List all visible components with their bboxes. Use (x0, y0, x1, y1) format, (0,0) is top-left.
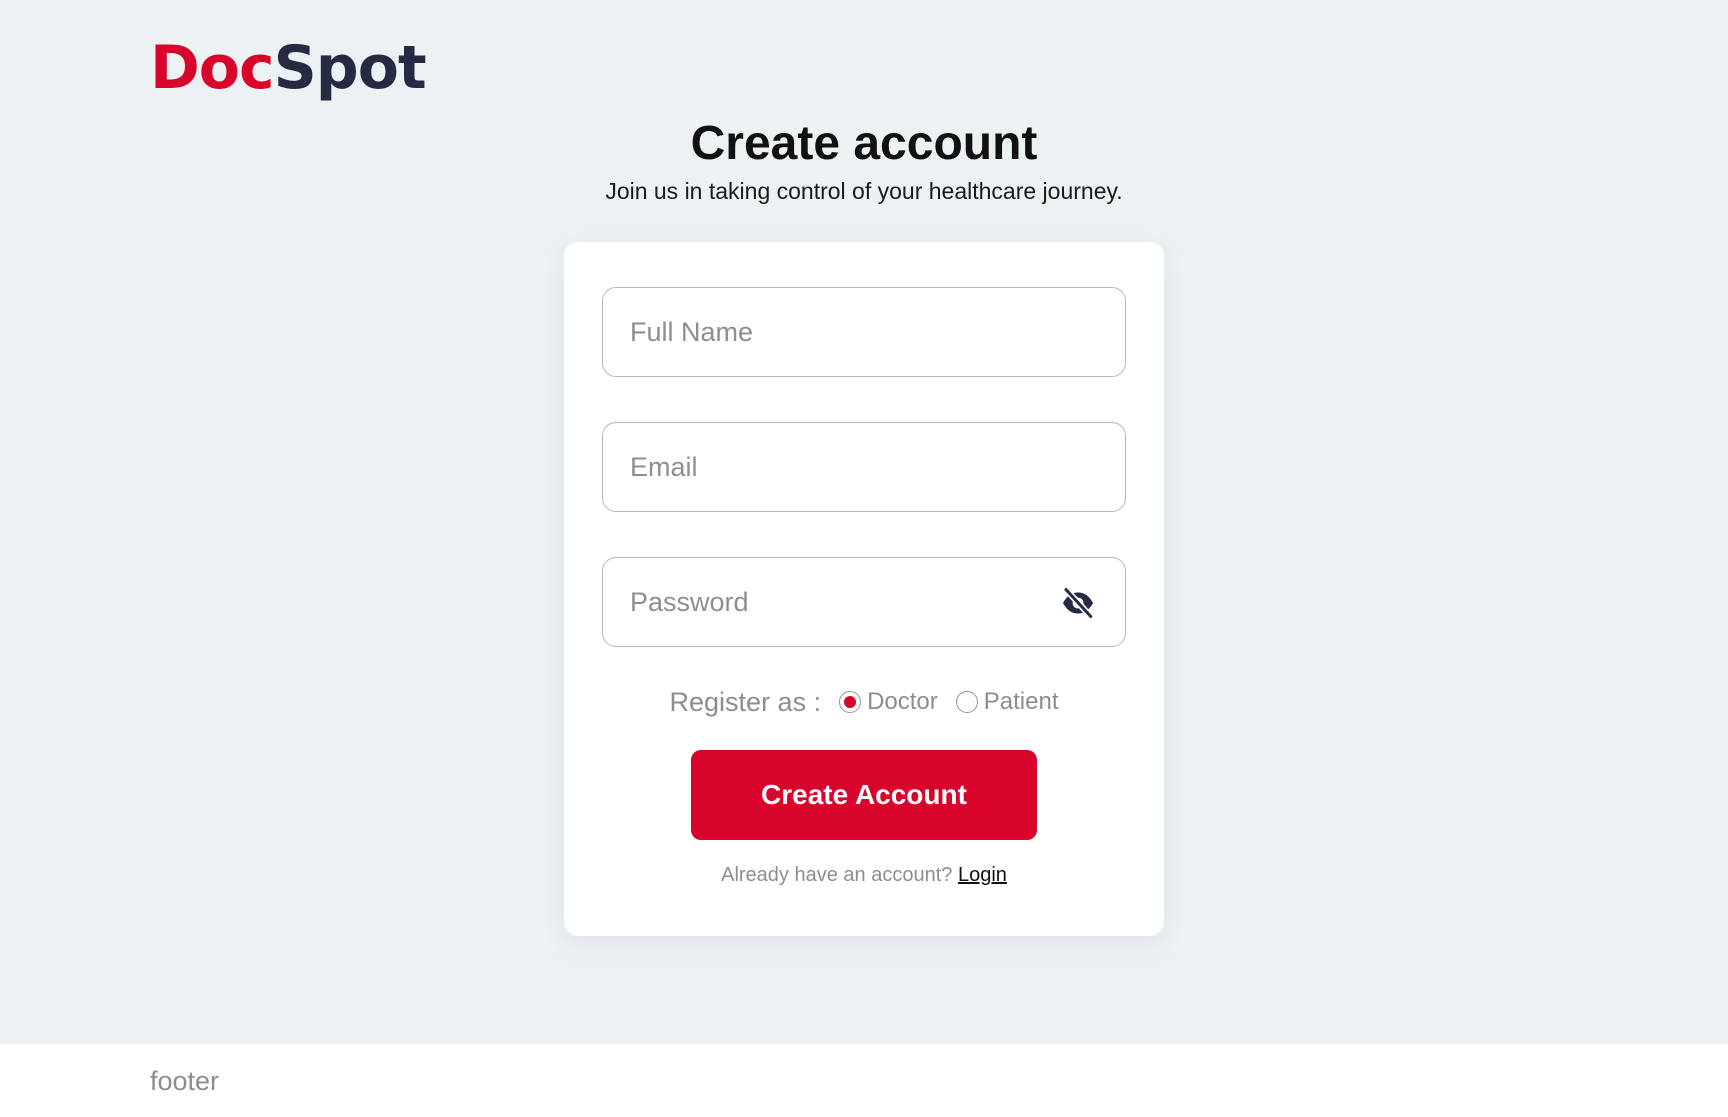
radio-doctor-circle[interactable] (839, 691, 862, 713)
radio-selected-dot (844, 696, 857, 708)
logo-doc-text: Doc (150, 33, 275, 103)
docspot-logo[interactable]: DocSpot (150, 30, 427, 106)
radio-patient-label[interactable]: Patient (984, 688, 1059, 716)
footer: footer (0, 1044, 1728, 1117)
password-field (602, 557, 1126, 647)
radio-patient[interactable]: Patient (955, 688, 1059, 716)
register-as-group: Register as : Doctor Patient (564, 682, 1164, 722)
full-name-field (602, 287, 1126, 377)
login-link[interactable]: Login (958, 864, 1007, 886)
signup-page: DocSpot Create account Join us in taking… (0, 0, 1728, 1117)
footer-text: footer (150, 1066, 220, 1096)
page-title: Create account (690, 117, 1038, 170)
login-prompt: Already have an account? Login (564, 864, 1164, 887)
radio-patient-circle[interactable] (955, 691, 978, 713)
radio-doctor[interactable]: Doctor (839, 688, 938, 716)
password-input[interactable] (603, 558, 1125, 646)
login-prompt-text: Already have an account? (721, 864, 953, 886)
eye-slash-icon[interactable] (1059, 584, 1097, 622)
register-as-label: Register as : (669, 686, 822, 717)
full-name-input[interactable] (603, 288, 1125, 376)
email-field (602, 422, 1126, 512)
signup-card: Register as : Doctor Patient Create Acco… (564, 242, 1164, 936)
logo-spot-text: Spot (273, 33, 427, 103)
page-subtitle: Join us in taking control of your health… (605, 178, 1123, 204)
radio-doctor-label[interactable]: Doctor (867, 688, 938, 716)
create-account-button[interactable]: Create Account (691, 750, 1037, 840)
email-input[interactable] (603, 423, 1125, 511)
